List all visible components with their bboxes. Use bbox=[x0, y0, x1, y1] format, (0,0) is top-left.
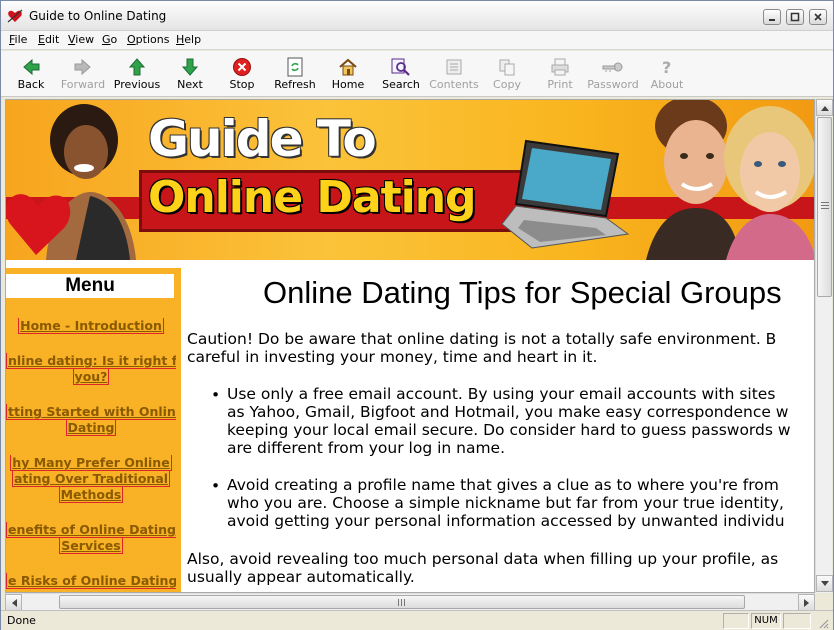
bullet1-line-2: as Yahoo, Gmail, Bigfoot and Hotmail, yo… bbox=[227, 403, 789, 421]
chevron-down-icon bbox=[820, 580, 829, 586]
print-button[interactable]: Print bbox=[534, 55, 586, 95]
vertical-scroll-thumb[interactable] bbox=[817, 117, 832, 297]
maximize-button[interactable] bbox=[786, 9, 804, 25]
close-icon bbox=[814, 13, 822, 21]
outro-line-1: Also, avoid revealing too much personal … bbox=[187, 550, 779, 568]
window-title: Guide to Online Dating bbox=[29, 9, 167, 23]
title-bar: Guide to Online Dating bbox=[1, 1, 833, 31]
bullet-dot: • bbox=[211, 477, 221, 495]
close-button[interactable] bbox=[809, 9, 827, 25]
bullet1-line-3: keeping your local email secure. Do cons… bbox=[227, 421, 791, 439]
bullet-dot: • bbox=[211, 386, 221, 404]
chevron-right-icon bbox=[803, 598, 809, 607]
forward-button[interactable]: Forward bbox=[57, 55, 109, 95]
copy-button[interactable]: Copy bbox=[481, 55, 533, 95]
bullet2-line-2: who you are. Choose a simple nickname bu… bbox=[227, 494, 784, 512]
menu-link-risks[interactable]: e Risks of Online Dating bbox=[6, 573, 176, 589]
maximize-icon bbox=[790, 12, 800, 22]
up-arrow-icon bbox=[128, 58, 146, 76]
refresh-button[interactable]: Refresh bbox=[269, 55, 321, 95]
intro-line-2: careful in investing your money, time an… bbox=[187, 348, 598, 366]
article-heading: Online Dating Tips for Special Groups bbox=[263, 275, 782, 310]
menu-file[interactable]: File bbox=[9, 33, 27, 46]
copy-icon bbox=[499, 59, 515, 76]
menu-link-getting-started[interactable]: tting Started with Online Dating bbox=[6, 404, 176, 436]
key-icon bbox=[602, 62, 623, 72]
menu-link-is-it-right[interactable]: nline dating: Is it right for you? bbox=[6, 353, 176, 385]
back-arrow-icon bbox=[23, 58, 40, 76]
bullet2-line-3: avoid getting your personal information … bbox=[227, 512, 785, 530]
status-bar: Done NUM bbox=[1, 610, 833, 630]
about-button[interactable]: ? About bbox=[641, 55, 693, 95]
svg-text:?: ? bbox=[662, 58, 671, 77]
menu-edit[interactable]: Edit bbox=[38, 33, 59, 46]
back-button[interactable]: Back bbox=[5, 55, 57, 95]
toolbar: Back Forward Previous Next Stop Refresh … bbox=[1, 51, 833, 97]
vertical-scrollbar[interactable] bbox=[815, 99, 833, 593]
home-icon bbox=[339, 58, 357, 76]
resize-grip-icon[interactable] bbox=[817, 617, 829, 629]
home-button[interactable]: Home bbox=[322, 55, 374, 95]
outro-line-2: usually appear automatically. bbox=[187, 568, 415, 586]
stop-button[interactable]: Stop bbox=[216, 55, 268, 95]
bullet1-line-1: Use only a free email account. By using … bbox=[227, 385, 776, 403]
down-arrow-icon bbox=[181, 58, 199, 76]
chevron-left-icon bbox=[11, 598, 17, 607]
scroll-right-button[interactable] bbox=[798, 594, 815, 611]
browser-window: Guide to Online Dating File Edit View Go… bbox=[0, 0, 834, 630]
laptop-image bbox=[501, 139, 630, 249]
next-button[interactable]: Next bbox=[164, 55, 216, 95]
question-icon: ? bbox=[662, 58, 671, 77]
printer-icon bbox=[551, 58, 569, 76]
search-icon bbox=[391, 58, 410, 76]
previous-button[interactable]: Previous bbox=[111, 55, 163, 95]
menu-heading: Menu bbox=[6, 274, 174, 298]
heart-arrow-icon bbox=[7, 9, 23, 23]
book-icon bbox=[446, 59, 462, 75]
bullet2-line-1: Avoid creating a profile name that gives… bbox=[227, 476, 779, 494]
status-text: Done bbox=[7, 614, 36, 627]
minimize-button[interactable] bbox=[763, 9, 781, 25]
chevron-up-icon bbox=[820, 105, 829, 111]
menu-view[interactable]: View bbox=[68, 33, 94, 46]
intro-line-1: Caution! Do be aware that online dating … bbox=[187, 330, 777, 348]
menu-options[interactable]: Options bbox=[127, 33, 169, 46]
status-pane-empty bbox=[723, 613, 749, 629]
scroll-left-button[interactable] bbox=[5, 594, 22, 611]
refresh-icon bbox=[287, 57, 303, 77]
contents-button[interactable]: Contents bbox=[428, 55, 480, 95]
search-button[interactable]: Search bbox=[375, 55, 427, 95]
banner-title-line1: Guide To bbox=[148, 110, 377, 168]
forward-arrow-icon bbox=[74, 58, 91, 76]
menu-link-why-many-prefer[interactable]: hy Many Prefer Online ating Over Traditio… bbox=[6, 455, 176, 503]
web-content: Guide To Online Dating Menu Home - Intro… bbox=[5, 99, 815, 593]
scroll-up-button[interactable] bbox=[816, 99, 833, 116]
menu-link-home[interactable]: Home - Introduction bbox=[6, 318, 176, 334]
banner-title-line2: Online Dating bbox=[148, 172, 477, 223]
horizontal-scroll-thumb[interactable] bbox=[59, 595, 745, 609]
bullet1-line-4: are different from your log in name. bbox=[227, 439, 506, 457]
status-pane-empty bbox=[783, 613, 811, 629]
scroll-down-button[interactable] bbox=[816, 575, 833, 592]
horizontal-scrollbar[interactable] bbox=[5, 593, 815, 611]
site-banner: Guide To Online Dating bbox=[6, 100, 814, 260]
menu-link-benefits[interactable]: enefits of Online Dating Services bbox=[6, 522, 176, 554]
sidebar-menu: Menu Home - Introduction nline dating: I… bbox=[6, 268, 181, 592]
menu-bar: File Edit View Go Options Help bbox=[1, 31, 833, 50]
couple-photo bbox=[646, 100, 814, 260]
menu-help[interactable]: Help bbox=[176, 33, 201, 46]
woman-with-heart-photo bbox=[6, 104, 136, 260]
password-button[interactable]: Password bbox=[587, 55, 639, 95]
menu-go[interactable]: Go bbox=[102, 33, 117, 46]
minimize-icon bbox=[769, 19, 775, 21]
status-num-indicator: NUM bbox=[751, 613, 781, 629]
stop-icon bbox=[233, 58, 251, 76]
